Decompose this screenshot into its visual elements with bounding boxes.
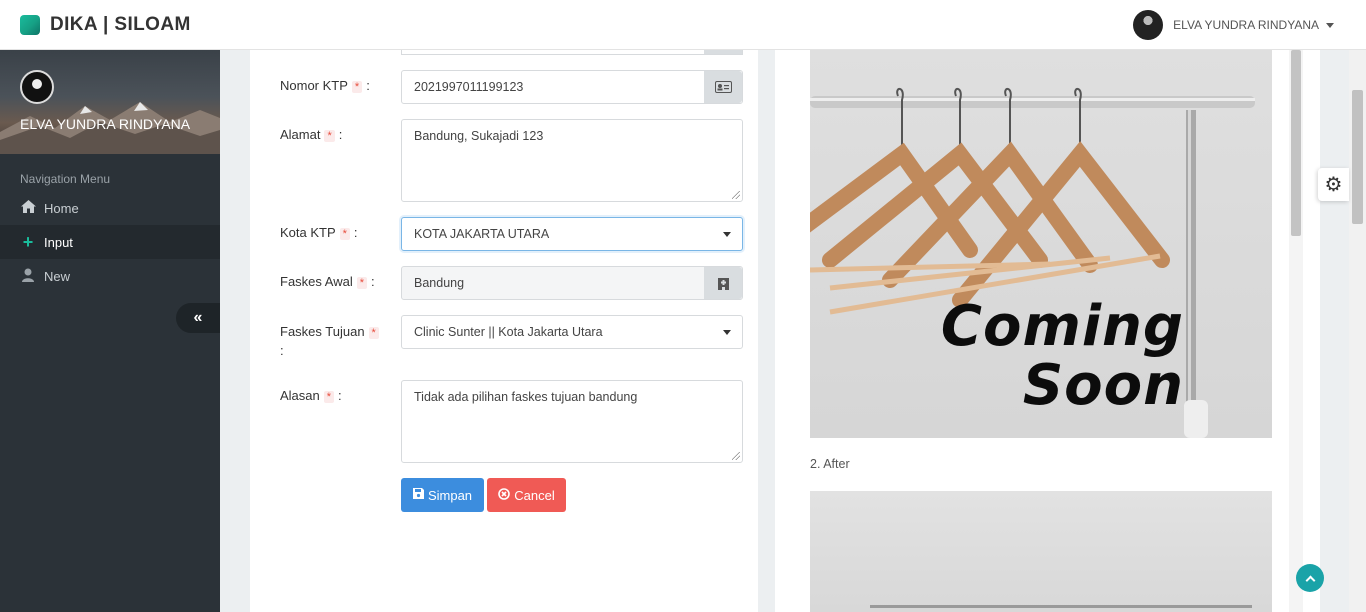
resize-handle-icon[interactable] — [732, 191, 740, 199]
resize-handle-icon[interactable] — [732, 452, 740, 460]
caret-down-icon — [723, 232, 731, 237]
sidebar-item-label: Home — [44, 200, 79, 216]
after-image — [810, 491, 1272, 612]
nomor-ktp-field[interactable]: 2021997011199123 — [401, 70, 743, 104]
preview-scrollbar-thumb[interactable] — [1291, 50, 1301, 236]
required-mark: * — [339, 228, 350, 240]
scroll-to-top-button[interactable] — [1296, 564, 1324, 592]
chevron-up-icon — [1305, 575, 1315, 585]
settings-button[interactable]: ⚙ — [1318, 168, 1349, 201]
partial-field[interactable] — [401, 50, 743, 55]
sidebar-avatar — [20, 70, 54, 104]
after-label: 2. After — [810, 457, 850, 471]
kota-ktp-label: Kota KTP *: — [280, 225, 358, 240]
user-icon — [20, 268, 36, 285]
caret-down-icon — [723, 330, 731, 335]
home-icon — [20, 200, 36, 216]
required-mark: * — [351, 81, 363, 93]
page-scrollbar-thumb[interactable] — [1352, 90, 1363, 224]
top-navbar: DIKA | SILOAM ELVA YUNDRA RINDYANA — [0, 0, 1366, 50]
cancel-label: Cancel — [514, 487, 555, 503]
faskes-tujuan-label: Faskes Tujuan *: — [280, 323, 390, 360]
avatar — [1133, 10, 1164, 40]
alamat-textarea[interactable]: Bandung, Sukajadi 123 — [401, 119, 743, 202]
double-chevron-left-icon: « — [193, 309, 203, 326]
faskes-awal-label: Faskes Awal *: — [280, 274, 375, 289]
id-card-icon — [704, 71, 742, 103]
brand-name[interactable]: DIKA | SILOAM — [50, 14, 191, 36]
cancel-button[interactable]: Cancel — [487, 478, 566, 512]
plus-icon: + — [22, 231, 34, 252]
required-mark: * — [324, 130, 335, 142]
required-mark: * — [356, 277, 368, 289]
alasan-textarea[interactable]: Tidak ada pilihan faskes tujuan bandung — [401, 380, 743, 463]
save-button[interactable]: Simpan — [401, 478, 484, 512]
circle-x-icon — [498, 487, 511, 503]
sidebar-profile-name: ELVA YUNDRA RINDYANA — [20, 116, 191, 132]
sidebar-item-input[interactable]: + Input — [0, 225, 220, 259]
user-menu[interactable]: ELVA YUNDRA RINDYANA — [1133, 10, 1334, 40]
faskes-tujuan-select[interactable]: Clinic Sunter || Kota Jakarta Utara — [401, 315, 743, 349]
faskes-awal-field[interactable]: Bandung — [401, 266, 743, 300]
user-name: ELVA YUNDRA RINDYANA — [1173, 18, 1319, 32]
nav-menu-title: Navigation Menu — [20, 172, 111, 186]
sidebar-item-label: New — [44, 268, 71, 284]
gear-icon: ⚙ — [1324, 174, 1343, 196]
brand-logo-icon — [20, 15, 40, 35]
alasan-label: Alasan *: — [280, 388, 342, 403]
required-mark: * — [368, 327, 379, 339]
sidebar-item-home[interactable]: Home — [0, 191, 220, 225]
alamat-label: Alamat *: — [280, 127, 343, 142]
hospital-icon — [704, 267, 742, 299]
sidebar-profile-header: ELVA YUNDRA RINDYANA — [0, 50, 220, 154]
save-label: Simpan — [427, 487, 473, 503]
nomor-ktp-label: Nomor KTP *: — [280, 78, 370, 93]
coming-soon-image: Coming Soon — [810, 50, 1272, 438]
sidebar-collapse-button[interactable]: « — [176, 303, 220, 333]
floppy-icon — [412, 488, 424, 502]
caret-down-icon — [1326, 22, 1334, 28]
sidebar-item-label: Input — [44, 234, 73, 250]
required-mark: * — [323, 391, 335, 403]
coming-soon-text: Coming Soon — [940, 294, 1184, 418]
kota-ktp-select[interactable]: KOTA JAKARTA UTARA — [401, 217, 743, 251]
sidebar: ELVA YUNDRA RINDYANA Navigation Menu Hom… — [0, 50, 220, 612]
sidebar-item-new[interactable]: New — [0, 259, 220, 293]
